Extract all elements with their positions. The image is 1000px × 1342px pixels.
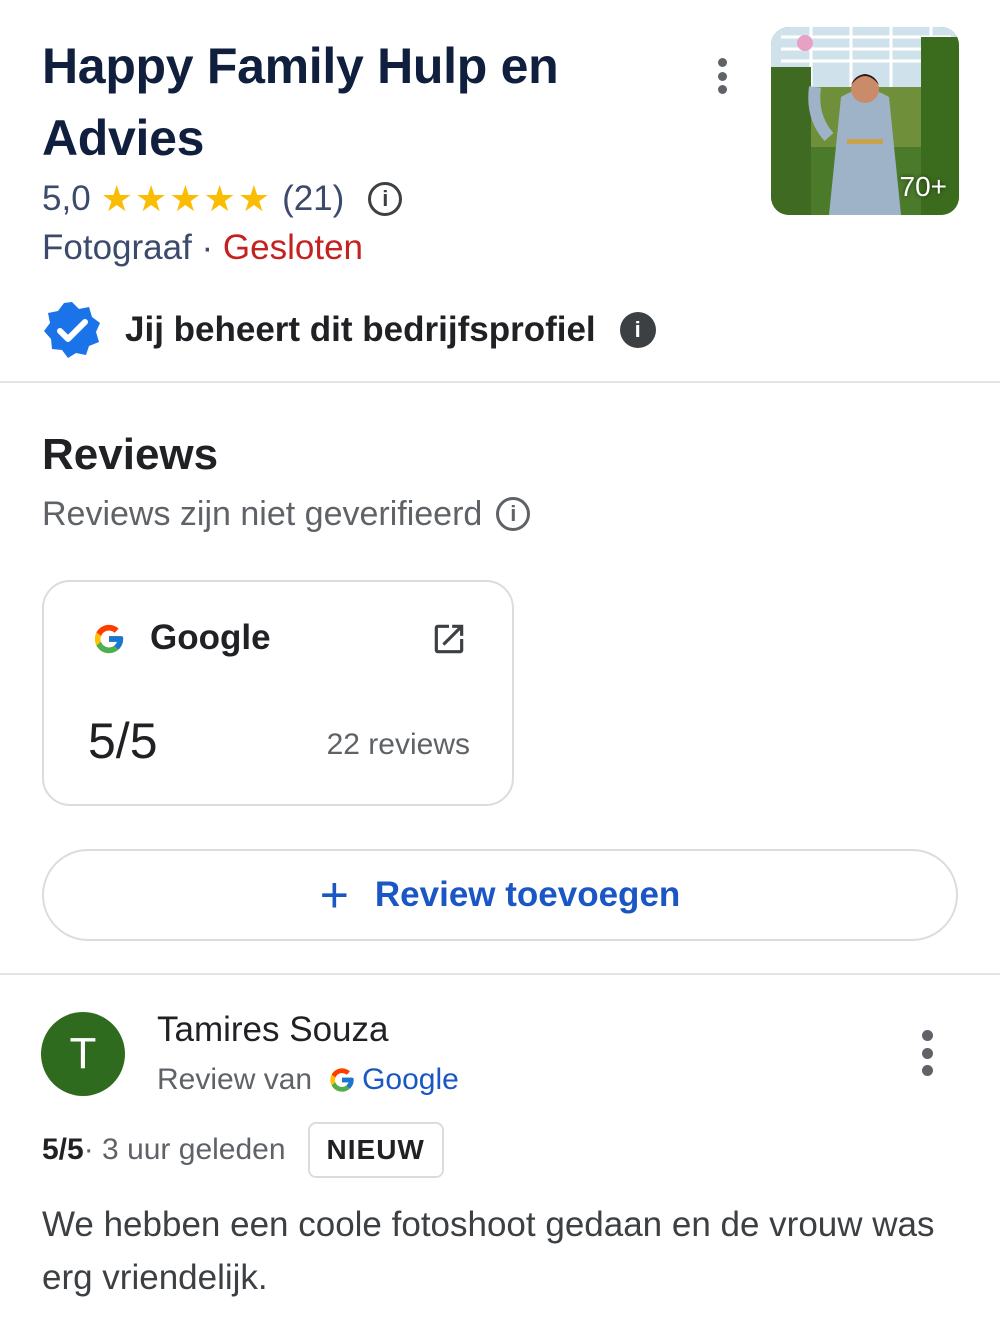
more-options-button[interactable]: [704, 54, 740, 98]
star-icon: ★: [237, 178, 271, 219]
star-icon: ★: [134, 178, 168, 219]
section-divider: [0, 973, 1000, 975]
review-time: · 3 uur geleden: [83, 1133, 286, 1166]
more-vert-icon-dot: [921, 1065, 933, 1076]
review-source-prefix: Review van: [157, 1063, 313, 1096]
more-vert-icon-dot: [921, 1047, 933, 1059]
reviews-disclaimer-text: Reviews zijn niet geverifieerd: [42, 494, 483, 533]
plus-icon: +: [319, 867, 349, 923]
business-photo-thumbnail[interactable]: 70+: [771, 27, 959, 215]
star-icon: ★: [203, 178, 236, 219]
separator: ·: [191, 228, 223, 267]
section-divider: [0, 381, 1000, 383]
reviews-disclaimer: Reviews zijn niet geverifieerd i: [42, 492, 531, 536]
review-source-link[interactable]: Google: [362, 1063, 459, 1097]
review-score: 5/5: [42, 1133, 84, 1166]
rating-value: 5,0: [42, 179, 91, 218]
star-icon: ★: [169, 178, 202, 219]
photo-count: 70+: [899, 171, 948, 202]
review-source: Review van Google: [157, 1060, 459, 1100]
google-reviews-card[interactable]: Google 5/5 22 reviews: [42, 580, 514, 806]
more-vert-icon: [921, 1030, 933, 1041]
reviewer-name[interactable]: Tamires Souza: [157, 1010, 388, 1050]
verified-badge-icon: [44, 302, 100, 358]
star-rating: ★ ★ ★ ★ ★: [101, 181, 270, 217]
google-score: 5/5: [88, 713, 158, 769]
business-title: Happy Family Hulp en Advies: [42, 38, 559, 166]
star-icon: ★: [100, 178, 133, 219]
more-vert-icon-dot: [717, 85, 727, 94]
open-status: Gesloten: [222, 228, 364, 267]
info-icon[interactable]: i: [368, 182, 403, 216]
more-vert-icon-dot: [717, 71, 727, 81]
info-icon[interactable]: i: [496, 497, 531, 531]
new-badge: NIEUW: [307, 1122, 444, 1178]
google-review-count: 22 reviews: [326, 728, 470, 761]
info-icon[interactable]: i: [619, 312, 656, 348]
reviews-heading: Reviews: [42, 430, 219, 479]
more-vert-icon: [717, 58, 727, 67]
reviewer-avatar[interactable]: T: [41, 1012, 125, 1096]
rating-count[interactable]: (21): [282, 179, 344, 219]
add-review-label: Review toevoegen: [374, 875, 681, 914]
open-in-new-icon[interactable]: [430, 620, 468, 658]
google-logo-icon: [94, 624, 124, 654]
google-logo-icon: [330, 1068, 354, 1092]
review-meta: 5/5 · 3 uur geleden NIEUW: [42, 1122, 444, 1178]
review-more-options-button[interactable]: [912, 1030, 942, 1076]
business-category: Fotograaf: [42, 228, 192, 267]
managed-profile-row: Jij beheert dit bedrijfsprofiel i: [42, 300, 656, 360]
add-review-button[interactable]: + Review toevoegen: [42, 849, 958, 941]
google-source-label: Google: [150, 618, 271, 657]
rating-row: 5,0 ★ ★ ★ ★ ★ (21) i: [42, 176, 403, 222]
managed-profile-text: Jij beheert dit bedrijfsprofiel: [125, 310, 596, 349]
review-text: We hebben een coole fotoshoot gedaan en …: [42, 1205, 935, 1297]
category-status-row: Fotograaf · Gesloten: [42, 228, 363, 268]
